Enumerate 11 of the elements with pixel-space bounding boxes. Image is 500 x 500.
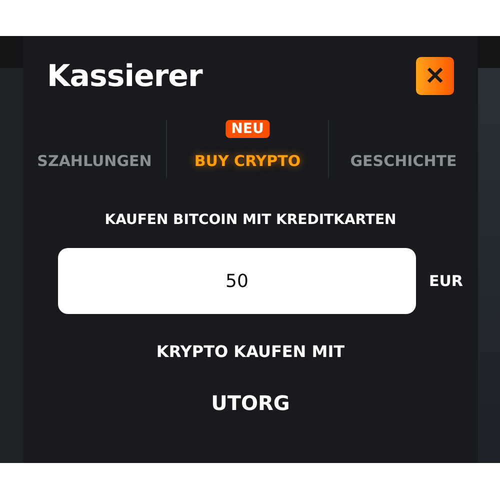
close-button[interactable]: ✕ <box>416 57 454 95</box>
tab[interactable]: GESCHICHTE <box>350 152 457 170</box>
tab[interactable]: BUY CRYPTO <box>194 152 301 170</box>
amount-field[interactable]: 50 <box>58 248 416 314</box>
provider-name[interactable]: UTORG <box>211 391 290 415</box>
method-heading: KRYPTO KAUFEN MIT <box>156 342 345 361</box>
tab[interactable]: SZAHLUNGEN <box>37 152 152 170</box>
new-badge: NEU <box>225 120 270 138</box>
currency-label: EUR <box>429 272 463 290</box>
dialog-title: Kassierer <box>47 58 202 94</box>
section-heading: KAUFEN BITCOIN MIT KREDITKARTEN <box>104 212 396 228</box>
